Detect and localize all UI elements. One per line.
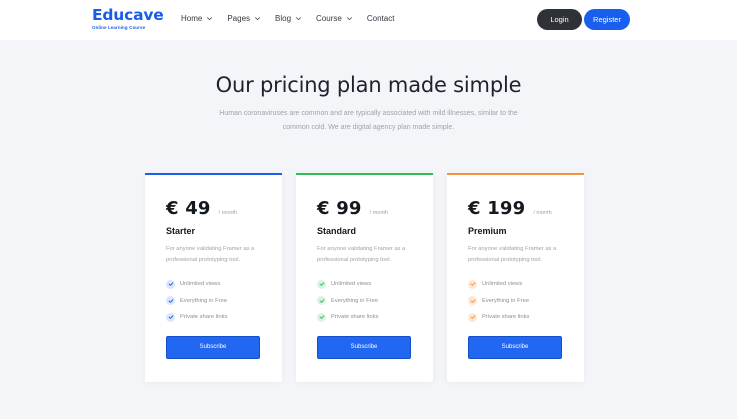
plan-price: € 49 / month [166,198,237,219]
plan-description: For anyone validating Framer as a profes… [166,246,255,263]
feature-label: Unlimited views [331,281,372,288]
feature-label: Private share links [180,314,228,321]
price-amount: € 199 [468,198,526,219]
feature-item: Private share links [166,309,227,326]
check-circle-icon [317,296,326,306]
plan-price: € 199 / month [468,198,552,219]
check-circle-icon [317,279,326,289]
feature-label: Everything in Free [180,297,228,304]
logo[interactable]: Educave Online Learning Course [92,6,164,30]
feature-item: Unlimited views [317,276,378,293]
pricing-card-standard: € 99 / month Standard For anyone validat… [296,173,433,382]
page-title: Our pricing plan made simple [215,73,522,97]
feature-label: Everything in Free [331,297,379,304]
check-circle-icon [468,296,477,306]
price-period: / month [533,210,552,216]
subscribe-button[interactable]: Subscribe [166,336,260,359]
feature-label: Unlimited views [180,281,221,288]
register-button[interactable]: Register [584,9,630,30]
chevron-down-icon [207,17,213,21]
feature-label: Unlimited views [482,281,523,288]
nav-item-pages[interactable]: Pages [227,14,262,23]
nav-item-blog[interactable]: Blog [275,14,303,23]
navbar: Educave Online Learning Course Home Page… [0,0,737,40]
page-subtitle: Human coronaviruses are common and are t… [219,110,518,131]
card-accent-bar [296,173,433,175]
card-accent-bar [145,173,282,175]
check-circle-icon [468,312,477,322]
nav-item-contact[interactable]: Contact [367,14,395,23]
chevron-down-icon [346,17,352,21]
feature-list: Unlimited views Everything in Free Priva… [468,276,529,326]
feature-item: Private share links [468,309,529,326]
login-button[interactable]: Login [537,9,582,30]
feature-label: Everything in Free [482,297,530,304]
price-period: / month [218,210,237,216]
feature-label: Private share links [331,314,379,321]
feature-item: Unlimited views [468,276,529,293]
nav-item-label: Contact [366,14,395,23]
check-circle-icon [317,312,326,322]
chevron-down-icon [254,17,261,21]
plan-name: Standard [317,226,357,236]
nav-item-course[interactable]: Course [316,14,354,23]
feature-item: Unlimited views [166,276,227,293]
card-accent-bar [447,173,584,175]
pricing-card-starter: € 49 / month Starter For anyone validati… [145,173,282,382]
plan-name: Starter [166,226,196,236]
price-amount: € 49 [166,198,211,219]
nav-item-home[interactable]: Home [181,14,214,23]
plan-description: For anyone validating Framer as a profes… [468,246,557,263]
plan-name: Premium [468,226,507,236]
check-circle-icon [166,279,175,289]
feature-list: Unlimited views Everything in Free Priva… [317,276,378,326]
logo-tagline: Online Learning Course [92,25,146,30]
nav-item-label: Pages [227,14,251,23]
feature-item: Everything in Free [468,293,529,310]
feature-item: Everything in Free [166,293,227,310]
plan-description: For anyone validating Framer as a profes… [317,246,406,263]
subscribe-button[interactable]: Subscribe [317,336,411,359]
check-circle-icon [468,279,477,289]
feature-list: Unlimited views Everything in Free Priva… [166,276,227,326]
plan-price: € 99 / month [317,198,388,219]
pricing-card-premium: € 199 / month Premium For anyone validat… [447,173,584,382]
feature-item: Private share links [317,309,378,326]
feature-item: Everything in Free [317,293,378,310]
subscribe-button[interactable]: Subscribe [468,336,562,359]
price-period: / month [369,210,388,216]
check-circle-icon [166,296,175,306]
main-nav: Home Pages Blog Course Contact [181,14,407,23]
nav-item-label: Home [181,14,203,23]
logo-title: Educave [92,6,164,24]
price-amount: € 99 [317,198,362,219]
feature-label: Private share links [482,314,530,321]
check-circle-icon [166,312,175,322]
chevron-down-icon [295,17,302,21]
nav-item-label: Course [316,14,342,23]
nav-item-label: Blog [275,14,292,23]
